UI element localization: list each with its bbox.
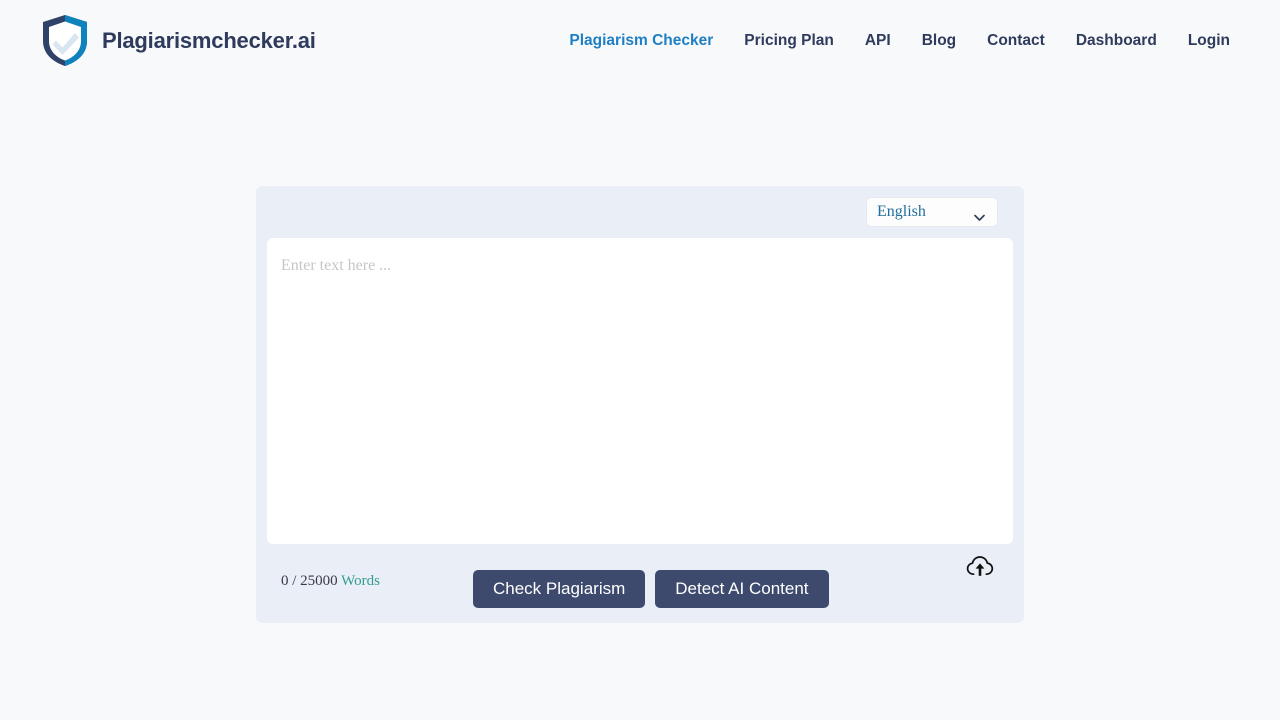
word-count-label: Words	[341, 573, 380, 589]
shield-check-logo-icon	[40, 14, 90, 67]
nav-item-pricing-plan[interactable]: Pricing Plan	[744, 30, 834, 51]
upload-file-button[interactable]	[963, 552, 997, 582]
plagiarism-text-input[interactable]	[267, 238, 1013, 544]
main-navigation: Plagiarism Checker Pricing Plan API Blog…	[569, 30, 1230, 51]
brand-logo-link[interactable]: Plagiarismchecker.ai	[40, 14, 316, 67]
cloud-upload-icon	[966, 555, 994, 579]
nav-item-blog[interactable]: Blog	[922, 30, 956, 51]
site-header: Plagiarismchecker.ai Plagiarism Checker …	[0, 0, 1280, 81]
word-count-current: 0	[281, 573, 289, 589]
nav-item-dashboard[interactable]: Dashboard	[1076, 30, 1157, 51]
nav-item-api[interactable]: API	[865, 30, 891, 51]
language-select-value: English	[877, 203, 926, 220]
language-select[interactable]: English	[866, 197, 998, 227]
chevron-down-icon	[974, 209, 985, 221]
nav-item-login[interactable]: Login	[1188, 30, 1230, 51]
plagiarism-editor-panel: English 0 / 25000 Words Check Plagiarism…	[256, 186, 1024, 623]
check-plagiarism-button[interactable]: Check Plagiarism	[473, 570, 646, 608]
word-count-limit: 25000	[300, 573, 338, 589]
action-buttons: Check Plagiarism Detect AI Content	[473, 570, 829, 608]
word-count-separator: /	[288, 573, 301, 589]
panel-toolbar: English	[256, 186, 1024, 238]
detect-ai-content-button[interactable]: Detect AI Content	[655, 570, 829, 608]
nav-item-contact[interactable]: Contact	[987, 30, 1045, 51]
word-counter: 0 / 25000 Words	[281, 574, 380, 589]
text-editor-wrapper	[267, 238, 1013, 544]
nav-item-plagiarism-checker[interactable]: Plagiarism Checker	[569, 30, 713, 51]
brand-name: Plagiarismchecker.ai	[102, 27, 316, 53]
